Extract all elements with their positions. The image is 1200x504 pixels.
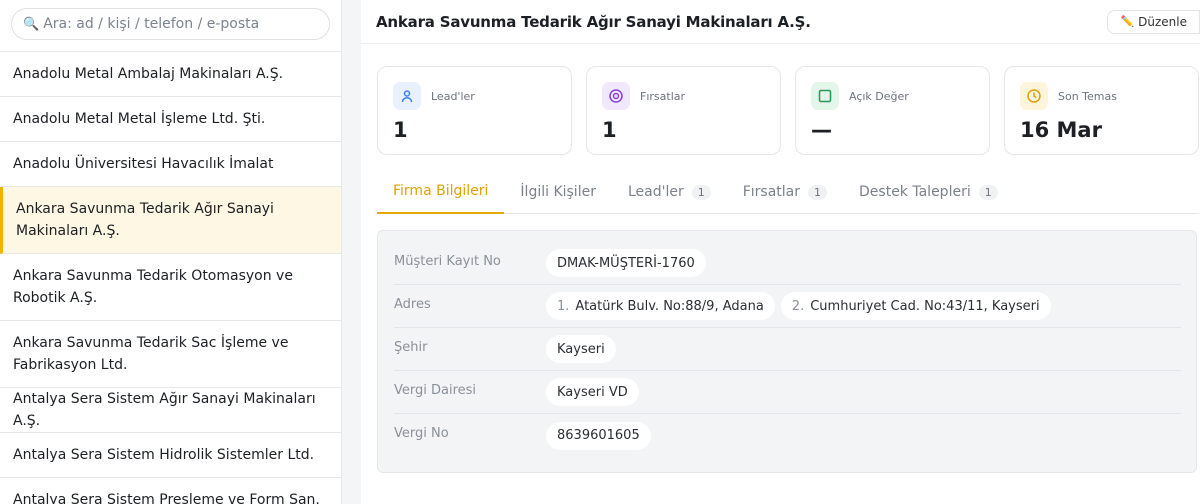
stat-card-opportunities: Fırsatlar 1 bbox=[586, 66, 781, 155]
stat-label: Lead'ler bbox=[431, 89, 475, 103]
count-badge: 1 bbox=[808, 184, 828, 200]
company-list-item[interactable]: Ankara Savunma Tedarik Otomasyon ve Robo… bbox=[0, 254, 341, 321]
field-label: Adres bbox=[394, 297, 431, 312]
address-index: 2. bbox=[791, 298, 805, 314]
company-name: Anadolu Üniversitesi Havacılık İmalat bbox=[13, 156, 274, 172]
stat-value: — bbox=[811, 118, 832, 142]
field-label: Şehir bbox=[394, 340, 428, 355]
company-name: Anadolu Metal Metal İşleme Ltd. Şti. bbox=[13, 111, 266, 127]
company-name: Antalya Sera Sistem Hidrolik Sistemler L… bbox=[13, 447, 315, 463]
count-badge: 1 bbox=[691, 184, 711, 200]
tab-opportunities[interactable]: Fırsatlar 1 bbox=[727, 170, 843, 214]
tab-company-info[interactable]: Firma Bilgileri bbox=[377, 170, 505, 214]
search-input[interactable] bbox=[43, 16, 314, 32]
tab-label: Fırsatlar bbox=[742, 184, 801, 200]
address-index: 1. bbox=[557, 298, 570, 314]
stat-label: Açık Değer bbox=[849, 89, 909, 103]
company-detail: Ankara Savunma Tedarik Ağır Sanayi Makin… bbox=[361, 0, 1200, 504]
address-text: Cumhuriyet Cad. No:43/11, Kayseri bbox=[810, 298, 1040, 314]
tab-contacts[interactable]: İlgili Kişiler bbox=[504, 170, 612, 214]
stat-card-leads: Lead'ler 1 bbox=[377, 66, 572, 155]
detail-header: Ankara Savunma Tedarik Ağır Sanayi Makin… bbox=[361, 0, 1200, 44]
tab-label: İlgili Kişiler bbox=[520, 184, 596, 200]
stat-card-last-contact: Son Temas 16 Mar bbox=[1004, 66, 1199, 155]
company-name: Antalya Sera Sistem Presleme ve Form San… bbox=[13, 492, 320, 504]
stat-value: 1 bbox=[393, 118, 408, 142]
tab-support-tickets[interactable]: Destek Talepleri 1 bbox=[843, 170, 1014, 214]
company-list-item[interactable]: Antalya Sera Sistem Hidrolik Sistemler L… bbox=[0, 433, 341, 478]
stat-value: 1 bbox=[602, 118, 617, 142]
field-value-chip: Kayseri bbox=[546, 335, 616, 363]
square-icon bbox=[811, 82, 839, 110]
stat-value: 16 Mar bbox=[1020, 118, 1102, 142]
address-chip: 1. Atatürk Bulv. No:88/9, Adana bbox=[546, 292, 775, 320]
page-title: Ankara Savunma Tedarik Ağır Sanayi Makin… bbox=[376, 12, 811, 31]
info-row-tax-office: Vergi Dairesi Kayseri VD bbox=[394, 371, 1181, 414]
company-list-item[interactable]: Anadolu Üniversitesi Havacılık İmalat bbox=[0, 142, 341, 187]
company-list-item[interactable]: Antalya Sera Sistem Ağır Sanayi Makinala… bbox=[0, 388, 341, 433]
target-icon bbox=[602, 82, 630, 110]
search-icon: 🔍 bbox=[23, 16, 40, 32]
company-list-item[interactable]: Anadolu Metal Metal İşleme Ltd. Şti. bbox=[0, 97, 341, 142]
company-list: Anadolu Metal Ambalaj Makinaları A.Ş. An… bbox=[0, 52, 341, 504]
info-row-tax-no: Vergi No 8639601605 bbox=[394, 414, 1181, 457]
user-icon bbox=[393, 82, 421, 110]
detail-tabs: Firma Bilgileri İlgili Kişiler Lead'ler 1… bbox=[377, 170, 1199, 214]
field-label: Müşteri Kayıt No bbox=[394, 254, 501, 269]
search-bar: 🔍 bbox=[0, 0, 341, 52]
count-badge: 1 bbox=[978, 184, 998, 200]
tab-label: Lead'ler bbox=[627, 184, 684, 200]
company-name: Ankara Savunma Tedarik Otomasyon ve Robo… bbox=[13, 268, 293, 306]
company-list-item[interactable]: Anadolu Metal Ambalaj Makinaları A.Ş. bbox=[0, 52, 341, 97]
tab-leads[interactable]: Lead'ler 1 bbox=[612, 170, 727, 214]
pencil-icon: ✏️ bbox=[1120, 15, 1135, 28]
address-chip: 2. Cumhuriyet Cad. No:43/11, Kayseri bbox=[780, 292, 1051, 320]
info-row-city: Şehir Kayseri bbox=[394, 328, 1181, 371]
field-value-chip: 8639601605 bbox=[546, 421, 651, 450]
field-value-chip: DMAK-MÜŞTERİ-1760 bbox=[546, 249, 706, 277]
stat-label: Fırsatlar bbox=[640, 89, 686, 103]
info-row-customer-no: Müşteri Kayıt No DMAK-MÜŞTERİ-1760 bbox=[394, 242, 1181, 285]
field-label: Vergi No bbox=[394, 426, 449, 441]
company-list-item[interactable]: Ankara Savunma Tedarik Sac İşleme ve Fab… bbox=[0, 321, 341, 388]
company-list-item-selected[interactable]: Ankara Savunma Tedarik Ağır Sanayi Makin… bbox=[0, 187, 341, 254]
field-label: Vergi Dairesi bbox=[394, 383, 477, 398]
company-sidebar: 🔍 Anadolu Metal Ambalaj Makinaları A.Ş. … bbox=[0, 0, 342, 504]
tab-label: Destek Talepleri bbox=[859, 184, 971, 200]
company-name: Ankara Savunma Tedarik Ağır Sanayi Makin… bbox=[16, 201, 274, 239]
edit-button[interactable]: ✏️ Düzenle bbox=[1107, 9, 1200, 34]
tab-label: Firma Bilgileri bbox=[393, 183, 489, 199]
company-name: Antalya Sera Sistem Ağır Sanayi Makinala… bbox=[13, 391, 316, 429]
edit-button-label: Düzenle bbox=[1138, 14, 1187, 29]
address-text: Atatürk Bulv. No:88/9, Adana bbox=[575, 298, 764, 314]
clock-icon bbox=[1020, 82, 1048, 110]
stats-row: Lead'ler 1 Fırsatlar 1 Açık Değer — Son … bbox=[377, 66, 1199, 155]
company-list-item[interactable]: Antalya Sera Sistem Presleme ve Form San… bbox=[0, 478, 341, 504]
field-value-chip: Kayseri VD bbox=[546, 378, 639, 406]
info-row-address: Adres 1. Atatürk Bulv. No:88/9, Adana 2. C… bbox=[394, 285, 1181, 328]
company-info-panel: Müşteri Kayıt No DMAK-MÜŞTERİ-1760 Adres… bbox=[377, 230, 1197, 473]
stat-label: Son Temas bbox=[1058, 89, 1117, 103]
company-name: Anadolu Metal Ambalaj Makinaları A.Ş. bbox=[13, 66, 284, 82]
search-box[interactable]: 🔍 bbox=[11, 8, 330, 40]
stat-card-open-value: Açık Değer — bbox=[795, 66, 990, 155]
company-name: Ankara Savunma Tedarik Sac İşleme ve Fab… bbox=[13, 335, 289, 373]
